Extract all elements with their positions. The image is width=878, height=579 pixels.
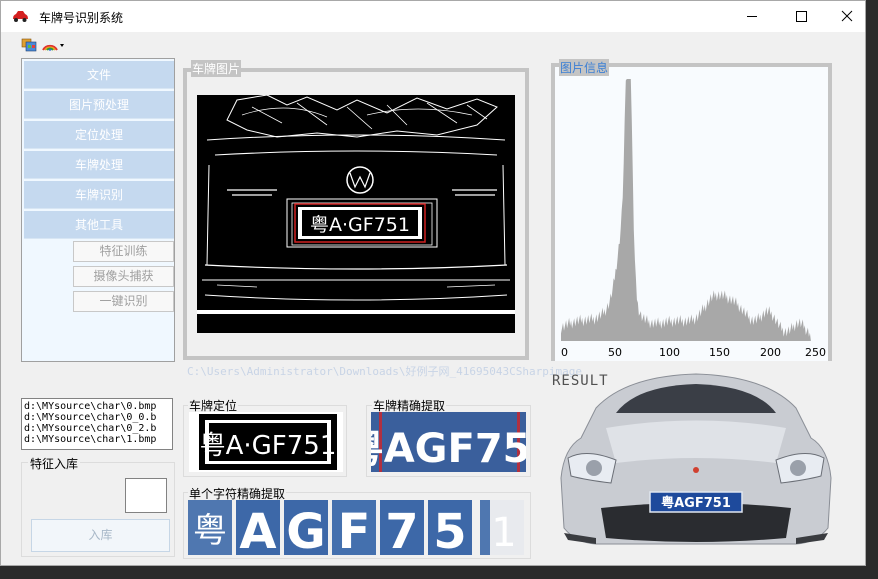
char-text: 粤 <box>193 511 227 551</box>
image-folder-icon[interactable] <box>21 36 37 52</box>
hist-tick-250: 250 <box>805 346 826 359</box>
close-button[interactable] <box>823 1 865 32</box>
plate-precise-image: 粤AGF751 <box>371 412 526 472</box>
hist-tick-200: 200 <box>760 346 781 359</box>
plate-binary-text: 粤A·GF751 <box>310 214 410 236</box>
list-item[interactable]: d:\MYsource\char\0_2.b <box>24 423 170 434</box>
char-cell: G <box>284 500 328 555</box>
char-cell: F <box>332 500 376 555</box>
list-item[interactable]: d:\MYsource\char\0.bmp <box>24 401 170 412</box>
hist-tick-100: 100 <box>659 346 680 359</box>
list-item[interactable]: d:\MYsource\char\0_0.b <box>24 412 170 423</box>
feature-file-list[interactable]: d:\MYsource\char\0.bmp d:\MYsource\char\… <box>21 398 173 450</box>
sidebar-item-recognize[interactable]: 车牌识别 <box>24 181 174 209</box>
minimize-button[interactable] <box>729 1 775 32</box>
minimize-icon <box>747 16 757 17</box>
char-cell: 7 <box>380 500 424 555</box>
hist-tick-0: 0 <box>561 346 568 359</box>
store-feature-button[interactable]: 入库 <box>31 519 170 552</box>
char-text: A <box>239 504 276 555</box>
sidebar-subitem-one-click[interactable]: 一键识别 <box>73 291 174 312</box>
histogram-chart: 0 50 100 150 200 250 <box>555 71 828 361</box>
close-icon <box>841 10 853 22</box>
title-bar: 车牌号识别系统 <box>1 1 865 32</box>
sidebar-item-file[interactable]: 文件 <box>24 61 174 89</box>
sidebar-subitem-feature-train[interactable]: 特征训练 <box>73 241 174 262</box>
feature-storage-legend: 特征入库 <box>28 455 81 472</box>
main-window: 车牌号识别系统 文件 图片预处理 定位处理 车牌处理 车牌识别 其他工具 特征训… <box>0 0 866 566</box>
maximize-icon <box>796 11 807 22</box>
char-text: G <box>286 504 325 555</box>
car-plate-text: 粤AGF751 <box>661 495 731 511</box>
hist-tick-50: 50 <box>608 346 622 359</box>
hist-tick-150: 150 <box>709 346 730 359</box>
feature-storage-group: 特征入库 入库 <box>21 455 175 557</box>
color-palette-icon[interactable] <box>42 36 66 52</box>
image-info-title: 图片信息 <box>559 59 610 76</box>
char-cell: 5 <box>428 500 472 555</box>
plate-precise-text: 粤AGF751 <box>371 426 526 472</box>
window-title: 车牌号识别系统 <box>39 11 124 25</box>
plate-image-panel: 粤A·GF751 <box>183 68 529 360</box>
maximize-button[interactable] <box>777 1 823 32</box>
char-text: 1 <box>491 510 516 555</box>
toolbar <box>1 32 865 56</box>
char-strip: 粤 A G F 7 5 1 <box>188 500 528 555</box>
plate-image-title: 车牌图片 <box>191 60 242 77</box>
char-cell: 粤 <box>188 500 232 555</box>
image-info-panel: 0 50 100 150 200 250 <box>551 63 832 361</box>
sidebar-item-plate-process[interactable]: 车牌处理 <box>24 151 174 179</box>
list-item[interactable]: d:\MYsource\char\1.bmp <box>24 434 170 445</box>
plate-binary-image: 粤A·GF751 <box>197 95 515 333</box>
sidebar-item-locate[interactable]: 定位处理 <box>24 121 174 149</box>
car-app-icon <box>13 11 28 22</box>
car-result-image: 粤AGF751 <box>560 373 832 545</box>
sidebar-item-preprocess[interactable]: 图片预处理 <box>24 91 174 119</box>
sidebar: 文件 图片预处理 定位处理 车牌处理 车牌识别 其他工具 特征训练 摄像头捕获 … <box>21 58 175 362</box>
char-text: 5 <box>433 504 466 555</box>
char-cell: A <box>236 500 280 555</box>
feature-preview-box <box>125 478 167 513</box>
plate-location-image: 粤A·GF751 <box>189 412 343 472</box>
char-cell: 1 <box>480 500 524 555</box>
char-text: 7 <box>385 504 418 555</box>
sidebar-subitem-camera-capture[interactable]: 摄像头捕获 <box>73 266 174 287</box>
char-text: F <box>338 504 371 555</box>
sidebar-item-other-tools[interactable]: 其他工具 <box>24 211 174 239</box>
plate-location-text: 粤A·GF751 <box>200 431 337 461</box>
